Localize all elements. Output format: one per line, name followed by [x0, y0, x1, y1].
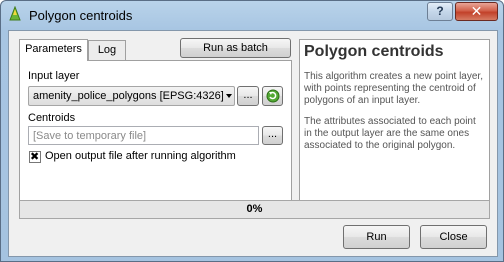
window-close-button[interactable]: ✕: [455, 2, 498, 21]
close-button[interactable]: Close: [420, 225, 487, 249]
help-button[interactable]: ?: [427, 2, 453, 21]
parameters-panel: Input layer amenity_police_polygons [EPS…: [19, 60, 292, 205]
centroids-placeholder: [Save to temporary file]: [33, 130, 147, 142]
help-title: Polygon centroids: [304, 43, 444, 60]
iterate-button[interactable]: [262, 86, 283, 106]
centroids-output-field[interactable]: [Save to temporary file]: [28, 126, 259, 145]
help-paragraph-2: The attributes associated to each point …: [304, 116, 476, 151]
qgis-app-icon: [9, 6, 21, 21]
progress-bar: 0%: [19, 200, 490, 219]
checkmark-icon: ✖: [30, 151, 40, 163]
tab-parameters[interactable]: Parameters: [19, 39, 88, 61]
run-button[interactable]: Run: [343, 225, 410, 249]
input-layer-value: amenity_police_polygons [EPSG:4326]: [33, 90, 224, 102]
chevron-down-icon: [226, 94, 232, 98]
progress-text: 0%: [246, 203, 263, 215]
algorithm-help-panel: Polygon centroids This algorithm creates…: [299, 39, 490, 206]
open-output-label[interactable]: Open output file after running algorithm: [45, 150, 236, 162]
open-output-checkbox[interactable]: ✖: [29, 151, 41, 163]
dialog-client-area: Parameters Log Run as batch process... I…: [8, 30, 498, 257]
centroids-browse-button[interactable]: ...: [262, 126, 283, 145]
help-paragraph-1: This algorithm creates a new point layer…: [304, 71, 483, 106]
centroids-label: Centroids: [28, 112, 76, 124]
title-bar[interactable]: Polygon centroids ? ✕: [1, 1, 503, 29]
input-layer-label: Input layer: [28, 70, 80, 82]
iterate-icon: [266, 89, 280, 103]
window-title: Polygon centroids: [29, 8, 133, 23]
input-layer-combo[interactable]: amenity_police_polygons [EPSG:4326]: [28, 86, 235, 106]
tab-log[interactable]: Log: [88, 40, 126, 60]
dialog-window: Polygon centroids ? ✕ Parameters Log Run…: [0, 0, 504, 262]
input-layer-browse-button[interactable]: ...: [237, 86, 259, 106]
run-as-batch-button[interactable]: Run as batch process...: [180, 38, 291, 72]
